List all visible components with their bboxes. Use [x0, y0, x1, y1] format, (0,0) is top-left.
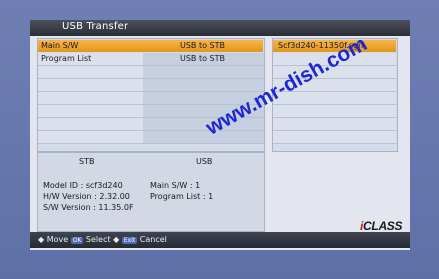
list-row-empty — [38, 79, 264, 92]
main-sw-label: Main S/W — [41, 41, 79, 50]
move-arrows-icon: ◆ — [38, 235, 45, 244]
move-hint: Move — [46, 235, 69, 244]
footer-hints: ◆ Move OK Select ◆ Exit Cancel — [38, 235, 167, 245]
file-row-empty — [273, 118, 396, 131]
main-sw-value[interactable]: USB to STB — [180, 40, 225, 52]
ok-key-icon: OK — [70, 237, 84, 244]
cancel-hint: Cancel — [139, 235, 167, 244]
iclass-logo: iCLASS — [360, 219, 403, 233]
file-row-empty — [273, 105, 396, 118]
exit-key-icon: Exit — [121, 237, 138, 244]
list-row-empty — [38, 131, 264, 144]
stb-model-id: Model ID : scf3d240 — [43, 181, 123, 190]
program-list-value[interactable]: USB to STB — [180, 53, 225, 65]
usb-header: USB — [196, 157, 213, 166]
list-row-empty — [38, 66, 264, 79]
stb-header: STB — [79, 157, 95, 166]
select-hint: Select — [85, 235, 111, 244]
left-right-icon: ◆ — [113, 235, 120, 244]
usb-main-sw-count: Main S/W : 1 — [150, 181, 201, 190]
program-list-label[interactable]: Program List — [41, 53, 91, 65]
window-title: USB Transfer — [62, 21, 129, 32]
stb-hw-version: H/W Version : 2.32.00 — [43, 192, 130, 201]
stb-sw-version: S/W Version : 11.35.0F — [43, 203, 134, 212]
usb-program-list-count: Program List : 1 — [150, 192, 214, 201]
file-row-empty — [273, 131, 396, 144]
